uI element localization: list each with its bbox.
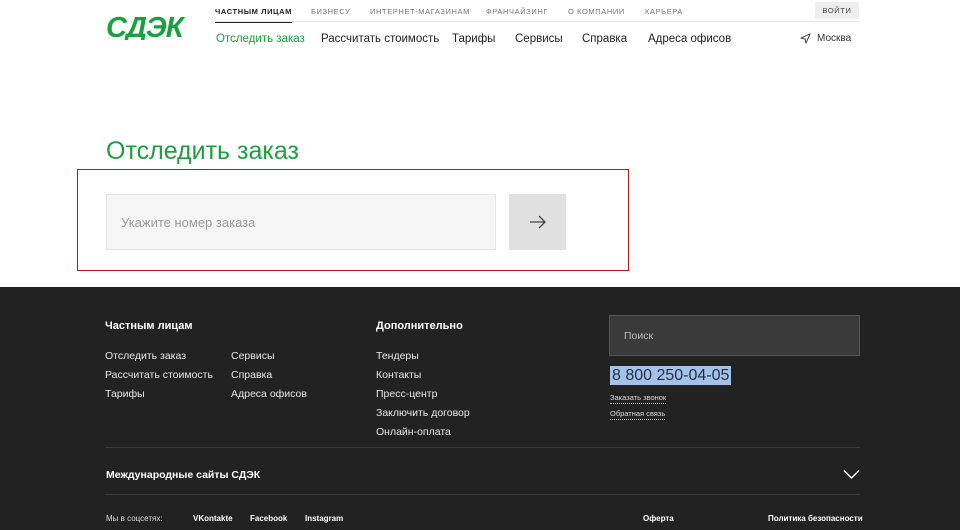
feedback-link[interactable]: Обратная связь bbox=[610, 409, 666, 420]
callback-link[interactable]: Заказать звонок bbox=[610, 393, 667, 404]
phone-number[interactable]: 8 800 250-04-05 bbox=[610, 366, 732, 385]
footer-link-calc[interactable]: Рассчитать стоимость bbox=[105, 369, 213, 381]
top-nav-career[interactable]: КАРЬЕРА bbox=[645, 7, 683, 16]
city-selector[interactable]: Москва bbox=[800, 33, 851, 44]
social-link-instagram[interactable]: Instagram bbox=[305, 514, 343, 523]
track-submit-button[interactable] bbox=[509, 194, 566, 250]
arrow-right-icon bbox=[529, 215, 546, 229]
footer-col3-title: Дополнительно bbox=[376, 320, 463, 332]
social-label: Мы в соцсетях: bbox=[106, 514, 163, 523]
main-nav-help[interactable]: Справка bbox=[582, 33, 627, 45]
social-link-vk[interactable]: VKontakte bbox=[193, 514, 233, 523]
footer-col1-title: Частным лицам bbox=[105, 320, 193, 332]
privacy-link[interactable]: Политика безопасности bbox=[768, 514, 863, 523]
location-arrow-icon bbox=[800, 33, 811, 44]
city-name: Москва bbox=[817, 33, 852, 44]
main-nav-calc[interactable]: Рассчитать стоимость bbox=[321, 33, 439, 45]
footer-link-press[interactable]: Пресс-центр bbox=[376, 388, 437, 400]
footer-link-services[interactable]: Сервисы bbox=[231, 350, 275, 362]
footer-link-contacts[interactable]: Контакты bbox=[376, 369, 421, 381]
footer-link-contract[interactable]: Заключить договор bbox=[376, 407, 470, 419]
intl-sites-toggle[interactable]: Международные сайты СДЭК bbox=[106, 469, 260, 481]
main-nav-track[interactable]: Отследить заказ bbox=[216, 33, 305, 45]
footer-divider bbox=[105, 447, 860, 448]
login-button[interactable]: ВОЙТИ bbox=[815, 2, 859, 19]
offer-link[interactable]: Оферта bbox=[643, 514, 674, 523]
footer-search-input[interactable] bbox=[609, 315, 860, 356]
footer-link-offices[interactable]: Адреса офисов bbox=[231, 388, 307, 400]
top-nav-franchise[interactable]: ФРАНЧАЙЗИНГ bbox=[486, 7, 548, 16]
footer: Частным лицам Отследить заказ Рассчитать… bbox=[0, 287, 960, 530]
footer-link-help[interactable]: Справка bbox=[231, 369, 272, 381]
top-nav-about[interactable]: О КОМПАНИИ bbox=[568, 7, 625, 16]
page-title: Отследить заказ bbox=[106, 137, 299, 165]
main-nav-services[interactable]: Сервисы bbox=[515, 33, 563, 45]
main-nav-offices[interactable]: Адреса офисов bbox=[648, 33, 731, 45]
main-nav-tariffs[interactable]: Тарифы bbox=[452, 33, 495, 45]
footer-link-tariffs[interactable]: Тарифы bbox=[105, 388, 145, 400]
top-nav-private[interactable]: ЧАСТНЫМ ЛИЦАМ bbox=[215, 7, 292, 23]
order-number-input[interactable] bbox=[106, 194, 496, 250]
footer-link-track[interactable]: Отследить заказ bbox=[105, 350, 186, 362]
footer-link-payment[interactable]: Онлайн-оплата bbox=[376, 426, 451, 438]
social-link-facebook[interactable]: Facebook bbox=[250, 514, 287, 523]
chevron-down-icon[interactable] bbox=[843, 469, 860, 480]
top-nav-eshops[interactable]: ИНТЕРНЕТ-МАГАЗИНАМ bbox=[370, 7, 470, 16]
top-nav-business[interactable]: БИЗНЕСУ bbox=[311, 7, 350, 16]
footer-link-tenders[interactable]: Тендеры bbox=[376, 350, 419, 362]
footer-divider-bottom bbox=[105, 494, 860, 495]
top-nav: ЧАСТНЫМ ЛИЦАМ БИЗНЕСУ ИНТЕРНЕТ-МАГАЗИНАМ… bbox=[215, 0, 860, 23]
